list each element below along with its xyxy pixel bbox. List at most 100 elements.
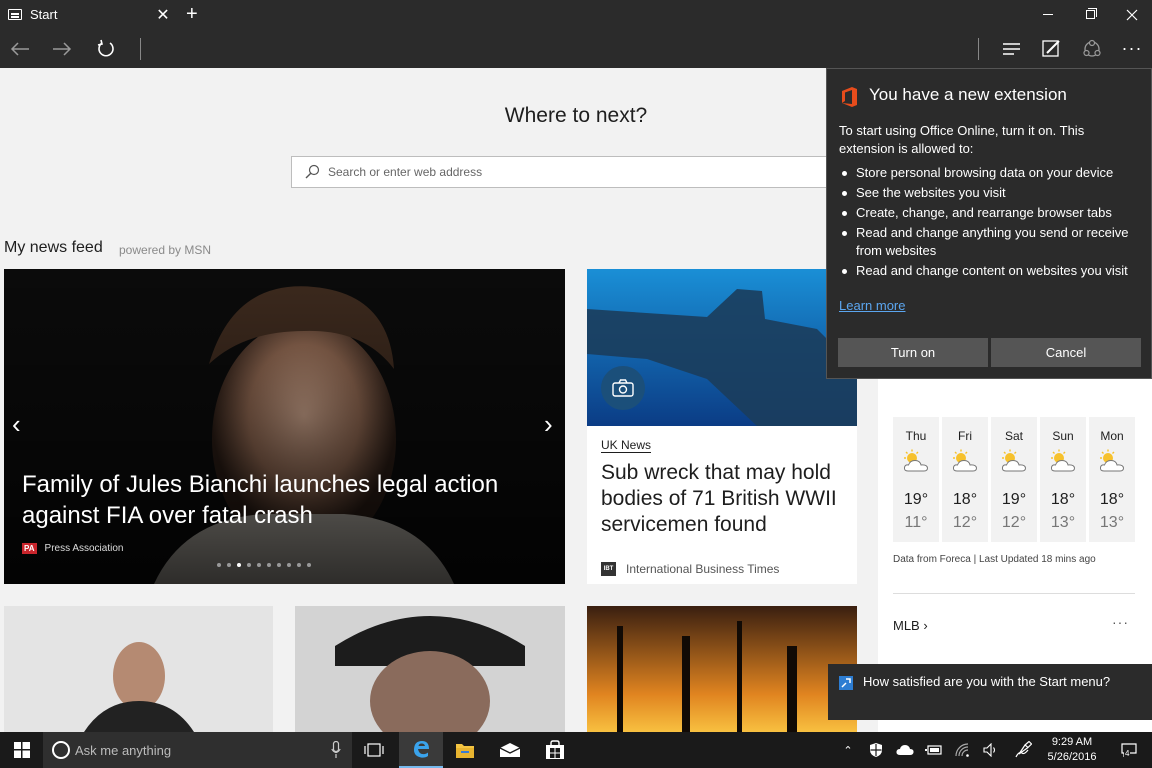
feedback-hub-icon bbox=[839, 676, 853, 690]
news-feed-title[interactable]: My news feed bbox=[4, 239, 103, 257]
feedback-toast[interactable]: How satisfied are you with the Start men… bbox=[828, 664, 1152, 720]
close-window-button[interactable] bbox=[1110, 0, 1152, 29]
store-button[interactable] bbox=[533, 732, 577, 768]
story-card-thumbnail[interactable] bbox=[4, 606, 273, 732]
new-extension-dialog: You have a new extension To start using … bbox=[826, 68, 1152, 379]
back-button[interactable] bbox=[0, 29, 40, 68]
search-box[interactable] bbox=[291, 156, 861, 188]
news-feed-powered-by: powered by MSN bbox=[119, 243, 212, 257]
carousel-dots bbox=[217, 563, 311, 567]
permission-item: Create, change, and rearrange browser ta… bbox=[839, 204, 1144, 222]
weather-high: 19° bbox=[1001, 491, 1027, 508]
carousel-dot[interactable] bbox=[267, 563, 271, 567]
panel-divider bbox=[893, 593, 1135, 594]
carousel-dot[interactable] bbox=[297, 563, 301, 567]
minimize-icon bbox=[1043, 14, 1053, 15]
hero-previous-button[interactable]: ‹ bbox=[12, 409, 21, 440]
navigation-bar: ··· bbox=[0, 29, 1152, 68]
story-source-name: International Business Times bbox=[626, 562, 780, 576]
cortana-search-box[interactable] bbox=[43, 732, 352, 768]
carousel-dot[interactable] bbox=[257, 563, 261, 567]
extension-button[interactable] bbox=[1072, 29, 1112, 68]
network-tray-button[interactable] bbox=[950, 732, 976, 768]
microphone-icon[interactable] bbox=[331, 741, 341, 759]
edge-icon bbox=[414, 741, 429, 758]
weather-day[interactable]: Thu 19° 11° bbox=[893, 417, 939, 542]
task-view-button[interactable] bbox=[352, 732, 396, 768]
carousel-dot[interactable] bbox=[247, 563, 251, 567]
carousel-dot[interactable] bbox=[217, 563, 221, 567]
weather-day[interactable]: Sun 18° 13° bbox=[1040, 417, 1086, 542]
folder-icon bbox=[456, 744, 474, 758]
hero-headline[interactable]: Family of Jules Bianchi launches legal a… bbox=[22, 469, 522, 531]
search-input[interactable] bbox=[328, 165, 828, 179]
story-photo bbox=[587, 606, 857, 732]
hero-next-button[interactable]: › bbox=[544, 409, 553, 440]
weather-day[interactable]: Mon 18° 13° bbox=[1089, 417, 1135, 542]
partly-sunny-icon bbox=[951, 449, 979, 473]
toolbar-divider bbox=[140, 38, 141, 60]
onedrive-tray-button[interactable] bbox=[892, 732, 918, 768]
press-association-logo: PA bbox=[22, 543, 37, 554]
mlb-more-button[interactable]: ··· bbox=[1112, 614, 1129, 630]
store-icon bbox=[546, 740, 564, 759]
tab-close-button[interactable]: ✕ bbox=[156, 5, 170, 25]
title-bar: Start ✕ + bbox=[0, 0, 1152, 29]
restore-button[interactable] bbox=[1068, 0, 1112, 29]
story-card-thumbnail[interactable] bbox=[295, 606, 565, 732]
file-explorer-button[interactable] bbox=[443, 732, 487, 768]
defender-tray-button[interactable] bbox=[863, 732, 889, 768]
forward-button[interactable] bbox=[42, 29, 82, 68]
carousel-dot[interactable] bbox=[277, 563, 281, 567]
turn-on-button[interactable]: Turn on bbox=[838, 338, 988, 367]
web-note-button[interactable] bbox=[1032, 29, 1072, 68]
office-icon bbox=[842, 87, 857, 107]
hub-button[interactable] bbox=[992, 29, 1032, 68]
edge-taskbar-button[interactable] bbox=[399, 732, 443, 768]
feedback-glyph-icon bbox=[841, 678, 851, 688]
weather-high: 18° bbox=[1050, 491, 1076, 508]
battery-tray-button[interactable] bbox=[921, 732, 947, 768]
hero-source: PA Press Association bbox=[22, 543, 123, 554]
tab-start[interactable]: Start ✕ bbox=[0, 0, 178, 29]
minimize-button[interactable] bbox=[1026, 0, 1070, 29]
weather-credit: Data from Foreca | Last Updated 18 mins … bbox=[893, 554, 1096, 565]
story-source: IBT International Business Times bbox=[601, 562, 779, 576]
carousel-dot[interactable] bbox=[227, 563, 231, 567]
more-actions-button[interactable]: ··· bbox=[1112, 29, 1152, 68]
windows-logo-icon bbox=[13, 742, 30, 758]
new-tab-button[interactable]: + bbox=[186, 3, 198, 26]
mlb-section-link[interactable]: MLB › bbox=[893, 618, 928, 633]
story-headline[interactable]: Sub wreck that may hold bodies of 71 Bri… bbox=[601, 460, 846, 538]
carousel-dot[interactable] bbox=[307, 563, 311, 567]
permission-item: Read and change anything you send or rec… bbox=[839, 224, 1144, 260]
cancel-button[interactable]: Cancel bbox=[991, 338, 1141, 367]
permission-item: See the websites you visit bbox=[839, 184, 1144, 202]
volume-tray-button[interactable] bbox=[978, 732, 1004, 768]
carousel-dot[interactable] bbox=[287, 563, 291, 567]
weather-day[interactable]: Fri 18° 12° bbox=[942, 417, 988, 542]
permission-item: Read and change content on websites you … bbox=[839, 262, 1144, 280]
partly-sunny-icon bbox=[1049, 449, 1077, 473]
toast-message: How satisfied are you with the Start men… bbox=[863, 674, 1111, 689]
taskbar-clock[interactable]: 9:29 AM 5/26/2016 bbox=[1040, 735, 1104, 765]
learn-more-link[interactable]: Learn more bbox=[839, 298, 905, 313]
mail-button[interactable] bbox=[488, 732, 532, 768]
windows-ink-button[interactable] bbox=[1010, 732, 1036, 768]
weather-day-name: Thu bbox=[905, 429, 927, 443]
story-card-sub-wreck[interactable]: UK News Sub wreck that may hold bodies o… bbox=[587, 269, 857, 584]
tab-title: Start bbox=[30, 7, 58, 22]
cortana-input[interactable] bbox=[75, 742, 315, 758]
start-button[interactable] bbox=[0, 732, 43, 768]
story-category[interactable]: UK News bbox=[601, 438, 652, 453]
refresh-button[interactable] bbox=[86, 29, 126, 68]
dialog-intro: To start using Office Online, turn it on… bbox=[839, 123, 1085, 156]
partly-sunny-icon bbox=[1098, 449, 1126, 473]
weather-day[interactable]: Sat 19° 12° bbox=[991, 417, 1037, 542]
story-card-thumbnail[interactable] bbox=[587, 606, 857, 732]
hero-story[interactable]: ‹ › Family of Jules Bianchi launches leg… bbox=[4, 269, 565, 584]
gallery-button[interactable] bbox=[601, 366, 645, 410]
show-hidden-icons-button[interactable]: ⌃ bbox=[835, 732, 861, 768]
battery-icon bbox=[925, 745, 942, 755]
carousel-dot[interactable] bbox=[237, 563, 241, 567]
